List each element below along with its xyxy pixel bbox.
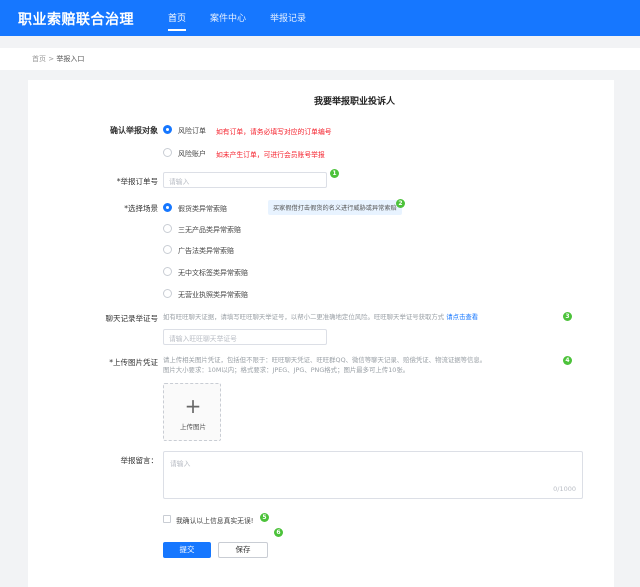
brand-title: 职业索赔联合治理 [18, 12, 134, 28]
target-radio-account[interactable] [163, 148, 172, 157]
step-badge-6: 6 [274, 528, 283, 537]
confirm-checkbox[interactable] [163, 515, 171, 523]
order-number-input[interactable]: 请输入 [163, 172, 327, 188]
plus-icon: + [184, 394, 202, 418]
submit-button[interactable]: 提交 [163, 542, 211, 558]
message-textarea[interactable]: 请输入 0/1000 [163, 451, 583, 499]
scene-option-no-brand: 三无产品类异常索赔 [178, 226, 241, 234]
target-radio-order[interactable] [163, 125, 172, 134]
target-option-order-hint: 如有订单，请务必填写对应的订单编号 [216, 128, 332, 136]
step-badge-5: 5 [260, 513, 269, 522]
upload-label: *上传图片凭证 [109, 358, 158, 367]
message-label: 举报留言： [120, 456, 159, 465]
nav-report-records[interactable]: 举报记录 [270, 11, 306, 24]
scene-radio-counterfeit[interactable] [163, 203, 172, 212]
scene-option-no-chinese-label: 无中文标签类异常索赔 [178, 269, 248, 277]
form-title: 我要举报职业投诉人 [314, 97, 396, 107]
scene-tip: 买家假借打击假货的名义进行威胁或异常索赔 [268, 200, 402, 215]
scene-label: *选择场景 [124, 204, 158, 213]
save-button[interactable]: 保存 [218, 542, 268, 558]
target-option-account-label: 风险账户 [178, 150, 206, 158]
breadcrumb-home[interactable]: 首页 [32, 55, 46, 63]
breadcrumb-separator: > [48, 55, 55, 63]
scene-radio-no-license[interactable] [163, 289, 172, 298]
scene-radio-no-brand[interactable] [163, 224, 172, 233]
upload-image-label: 上传图片 [180, 423, 206, 431]
message-placeholder: 请输入 [170, 460, 191, 468]
chat-evidence-hint: 如有旺旺聊天证据，请填写旺旺聊天举证号，以帮小二更准确地定位风险。旺旺聊天举证号… [163, 313, 479, 321]
chat-evidence-input[interactable]: 请输入旺旺聊天举证号 [163, 329, 327, 345]
scene-radio-ad-law[interactable] [163, 245, 172, 254]
target-option-order-label: 风险订单 [178, 127, 206, 135]
confirm-text: 我确认以上信息真实无误! [176, 517, 254, 525]
step-badge-2: 2 [396, 199, 405, 208]
nav-home[interactable]: 首页 [168, 11, 187, 31]
target-label: 确认举报对象 [110, 126, 158, 135]
breadcrumb: 首页 > 举报入口 [0, 48, 640, 70]
step-badge-3: 3 [563, 312, 572, 321]
scene-option-ad-law: 广告法类异常索赔 [178, 247, 234, 255]
order-label: *举报订单号 [116, 177, 158, 186]
target-option-account-hint: 如未产生订单，可进行会员账号举报 [216, 151, 325, 159]
message-char-count: 0/1000 [553, 485, 576, 493]
chat-evidence-link[interactable]: 请点击查看 [446, 313, 478, 321]
upload-image-button[interactable]: + 上传图片 [163, 383, 221, 441]
upload-hint: 请上传相关图片凭证，包括但不限于：旺旺聊天凭证、旺旺群QQ、微信等聊天记录、赔偿… [163, 356, 487, 374]
step-badge-1: 1 [330, 169, 339, 178]
breadcrumb-current: 举报入口 [56, 55, 85, 63]
step-badge-4: 4 [563, 356, 572, 365]
scene-option-counterfeit: 假货类异常索赔 [178, 205, 227, 213]
chat-evidence-label: 聊天记录举证号 [105, 314, 159, 323]
scene-radio-no-chinese-label[interactable] [163, 267, 172, 276]
nav-case-center[interactable]: 案件中心 [210, 11, 246, 24]
top-navigation-bar: 职业索赔联合治理 首页 案件中心 举报记录 [0, 0, 640, 36]
scene-option-no-license: 无营业执照类异常索赔 [178, 291, 248, 299]
